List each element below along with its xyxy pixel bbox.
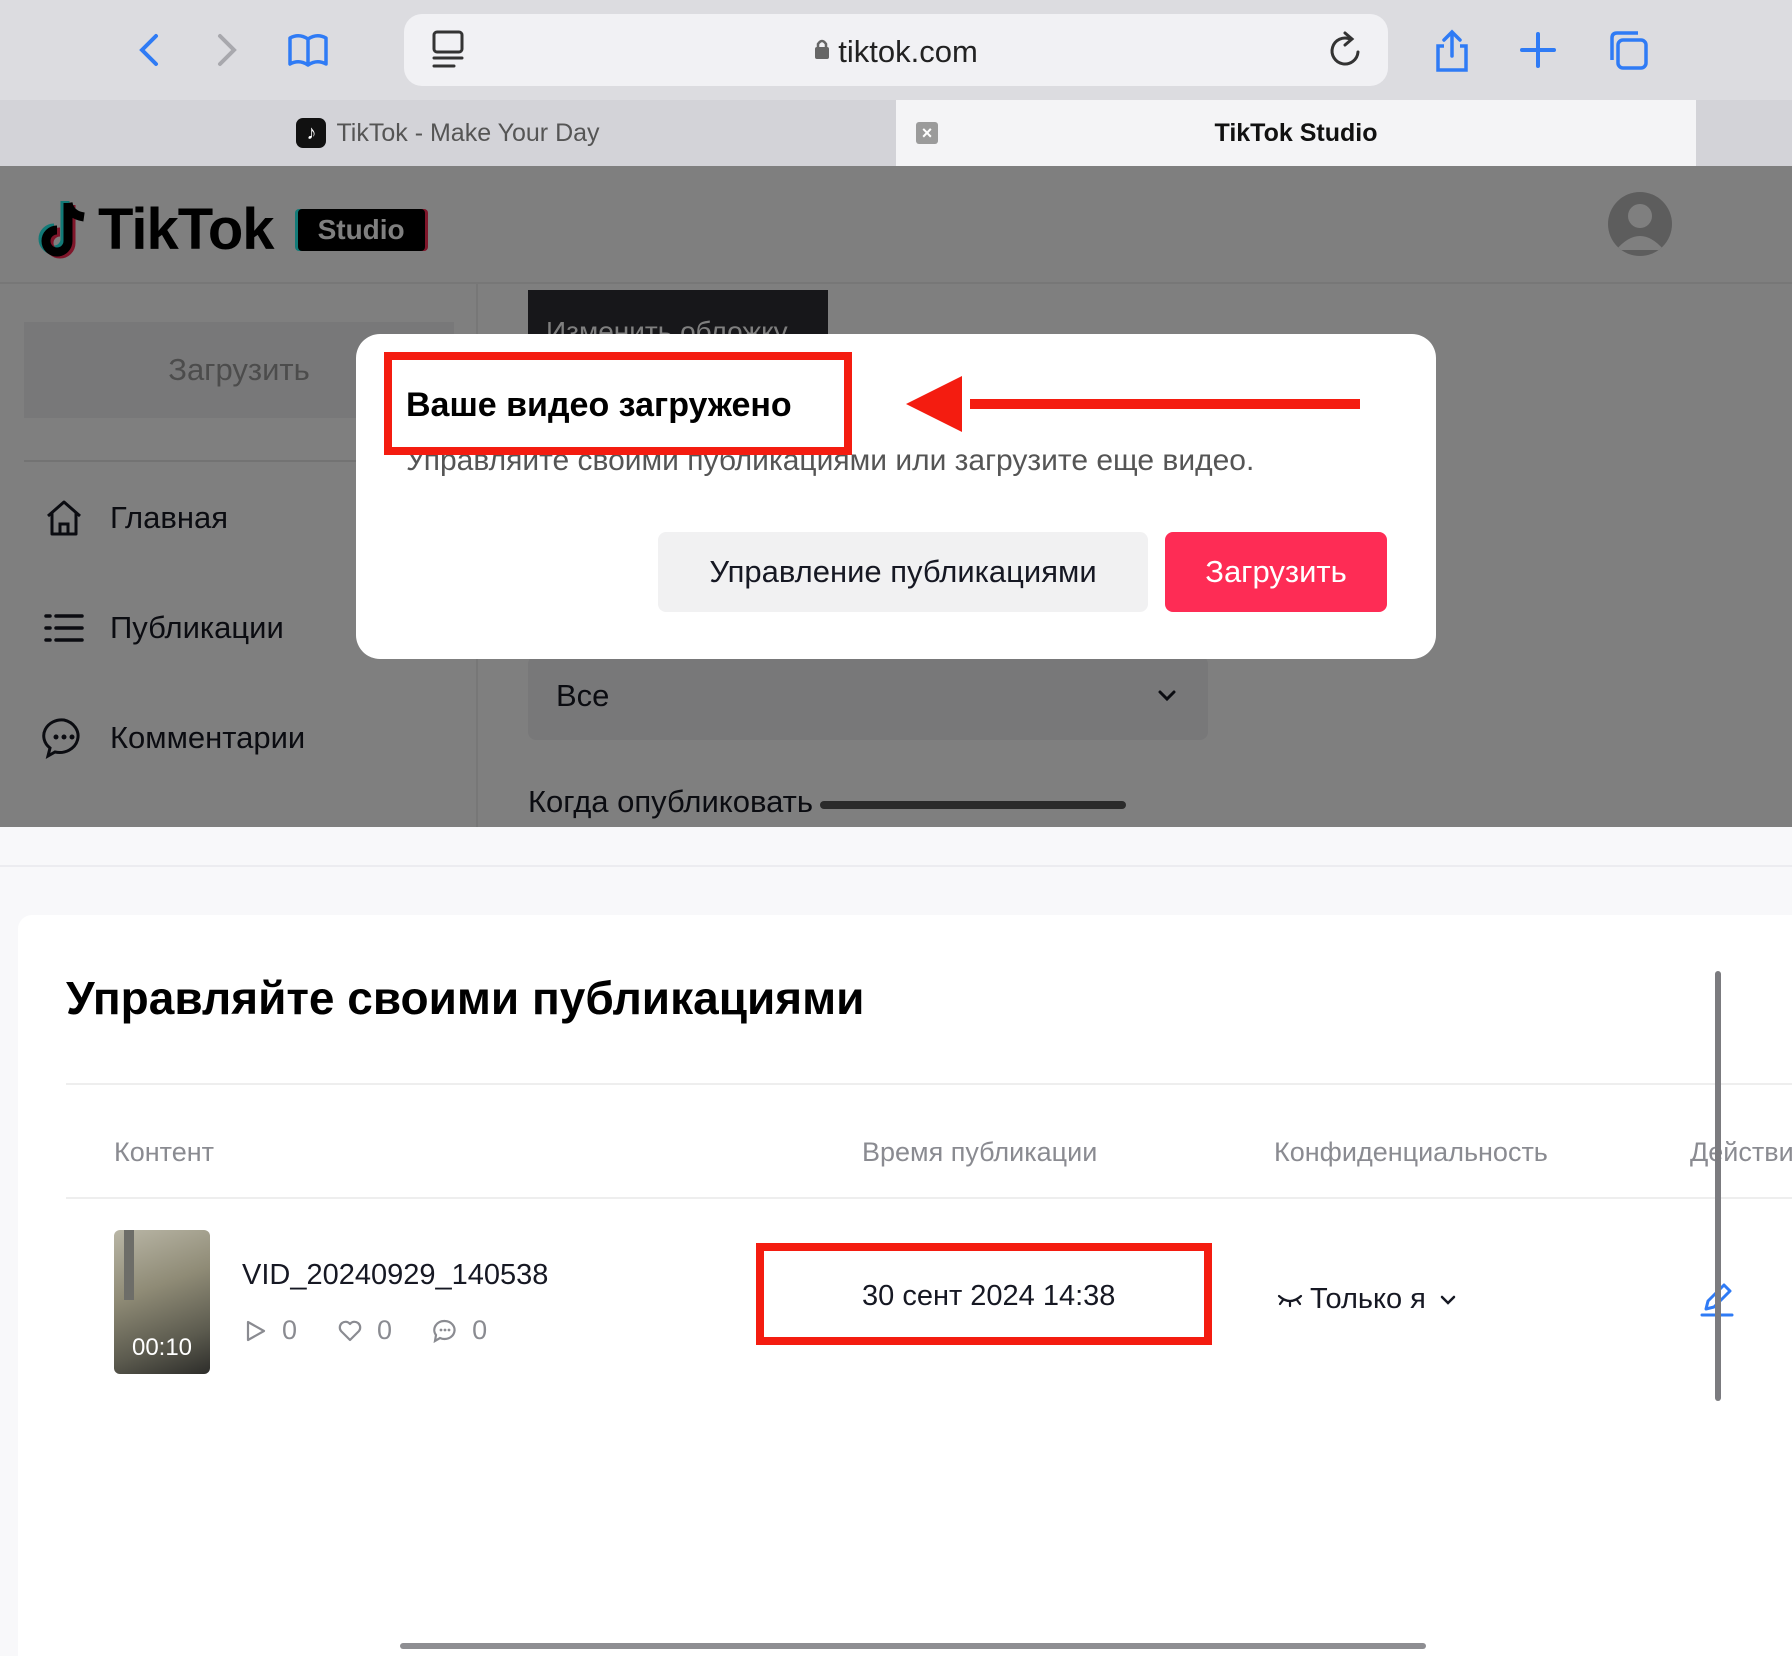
divider <box>0 865 1792 867</box>
heart-icon <box>338 1320 362 1341</box>
likes-count: 0 <box>377 1315 393 1345</box>
column-header-actions: Действия <box>1690 1137 1792 1167</box>
horizontal-scrollbar[interactable] <box>820 801 1126 809</box>
privacy-select[interactable]: Только я <box>1276 1283 1460 1316</box>
column-header-content: Контент <box>114 1137 215 1167</box>
tab-tiktok-studio[interactable]: × TikTok Studio <box>896 100 1696 166</box>
reload-icon[interactable] <box>1326 28 1366 77</box>
comments-count: 0 <box>472 1315 488 1345</box>
tab-title: TikTok Studio <box>1214 118 1378 147</box>
comments-stat: 0 <box>432 1315 487 1346</box>
highlight-box <box>756 1243 1212 1345</box>
highlight-box <box>384 352 852 455</box>
divider <box>66 1083 1792 1085</box>
video-thumbnail[interactable]: 00:10 <box>114 1230 210 1374</box>
tabs-overview-icon[interactable] <box>1604 26 1652 74</box>
tab-title: TikTok - Make Your Day <box>336 118 600 147</box>
play-icon <box>246 1320 266 1341</box>
close-tab-icon[interactable]: × <box>916 122 938 144</box>
upload-button[interactable]: Загрузить <box>1165 532 1387 612</box>
url-bar[interactable]: tiktok.com <box>404 14 1388 86</box>
comment-icon <box>433 1319 456 1343</box>
views-count: 0 <box>282 1315 298 1345</box>
manage-posts-button[interactable]: Управление публикациями <box>658 532 1148 612</box>
tab-strip: ♪ TikTok - Make Your Day × TikTok Studio <box>0 100 1792 166</box>
chevron-down-icon <box>1440 1295 1456 1305</box>
back-icon[interactable] <box>126 26 174 74</box>
manage-posts-screenshot: Управляйте своими публикациями Контент В… <box>0 827 1792 1656</box>
video-stats: 0 0 0 <box>242 1315 527 1346</box>
views-stat: 0 <box>242 1315 297 1346</box>
annotation-arrow <box>906 376 1360 432</box>
tab-tiktok[interactable]: ♪ TikTok - Make Your Day <box>0 100 896 166</box>
url-label: tiktok.com <box>838 34 978 69</box>
page-title: Управляйте своими публикациями <box>66 972 865 1024</box>
column-header-privacy: Конфиденциальность <box>1274 1137 1548 1167</box>
column-header-time: Время публикации <box>862 1137 1098 1167</box>
video-duration: 00:10 <box>131 1334 193 1361</box>
tiktok-favicon-icon: ♪ <box>296 118 327 148</box>
url-text: tiktok.com <box>404 32 1388 70</box>
share-icon[interactable] <box>1428 26 1476 74</box>
thumbnail-image <box>124 1230 134 1300</box>
eye-closed-icon <box>1277 1294 1303 1307</box>
lock-icon <box>814 32 830 68</box>
upload-screenshot: tiktok.com ♪ TikTok - Make Your Day × Ti… <box>0 0 1792 827</box>
horizontal-scrollbar[interactable] <box>400 1643 1426 1649</box>
new-tab-icon[interactable] <box>1514 26 1562 74</box>
forward-icon[interactable] <box>202 26 250 74</box>
likes-stat: 0 <box>337 1315 392 1346</box>
video-name[interactable]: VID_20240929_140538 <box>242 1259 548 1292</box>
privacy-value: Только я <box>1310 1283 1426 1315</box>
safari-toolbar: tiktok.com <box>0 0 1792 100</box>
vertical-scrollbar[interactable] <box>1715 971 1721 1401</box>
divider <box>66 1197 1792 1199</box>
bookmarks-icon[interactable] <box>284 26 332 74</box>
